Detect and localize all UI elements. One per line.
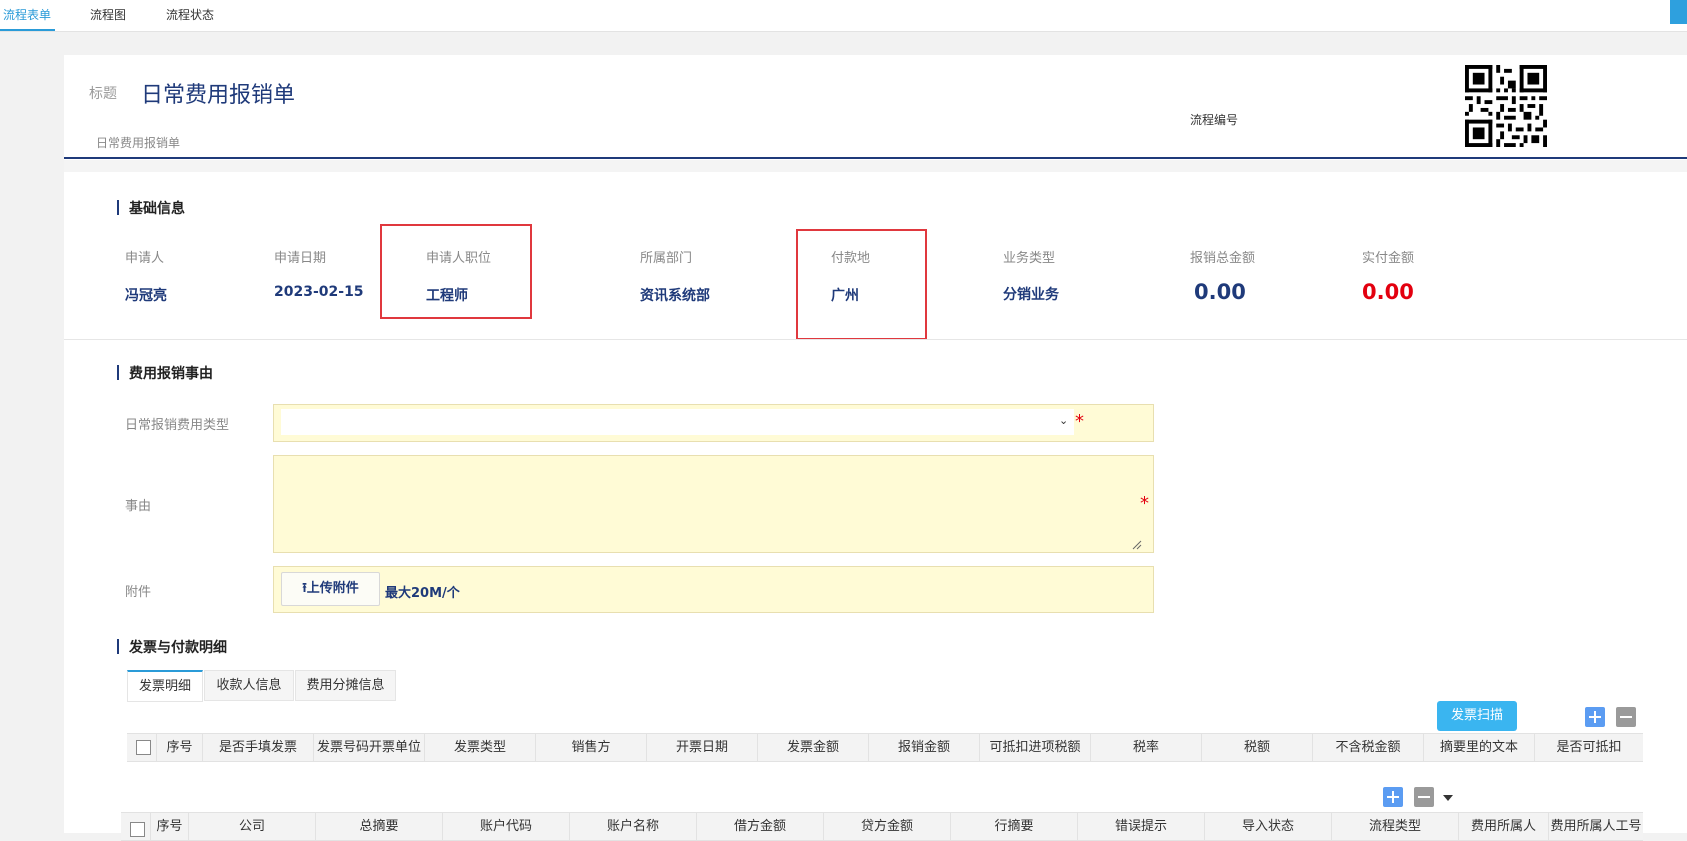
- section-title-reason: 费用报销事由: [129, 366, 213, 382]
- resize-handle-icon[interactable]: [1132, 540, 1142, 550]
- column-header: 开票日期: [647, 734, 758, 761]
- actual-amount-value: 0.00: [1362, 280, 1414, 304]
- expense-type-select[interactable]: [281, 409, 1074, 435]
- attachment-label: 附件: [125, 585, 152, 600]
- actual-amount-label: 实付金额: [1362, 251, 1415, 266]
- invoice-table-header: 序号 是否手填发票 发票号码开票单位 发票类型 销售方 开票日期 发票金额 报销…: [127, 733, 1643, 762]
- section-marker: [117, 200, 119, 215]
- expense-type-label: 日常报销费用类型: [125, 418, 230, 433]
- active-tab-indicator: [0, 29, 55, 31]
- apply-date-value: 2023-02-15: [274, 284, 364, 300]
- title-label: 标题: [89, 86, 117, 102]
- column-header: 费用所属人工号: [1550, 819, 1642, 834]
- subtab-payee-info[interactable]: 收款人信息: [204, 670, 294, 701]
- column-header: 导入状态: [1205, 813, 1332, 840]
- column-header: 行摘要: [951, 813, 1078, 840]
- column-header: 序号: [157, 734, 203, 761]
- form-subtitle: 日常费用报销单: [96, 136, 181, 150]
- section-divider: [64, 339, 1687, 340]
- column-header: 借方金额: [697, 813, 824, 840]
- add-row-button[interactable]: [1585, 707, 1605, 727]
- column-header: 是否可抵扣: [1556, 740, 1622, 755]
- required-mark: *: [1140, 493, 1149, 514]
- expense-type-field: ⌄ *: [273, 404, 1154, 442]
- tab-flow-form[interactable]: 流程表单: [3, 6, 51, 23]
- department-label: 所属部门: [640, 251, 693, 266]
- column-header: 税额: [1202, 734, 1313, 761]
- remove-row-button[interactable]: [1616, 707, 1636, 727]
- column-header: 贷方金额: [824, 813, 951, 840]
- column-header: 销售方: [536, 734, 647, 761]
- header-divider: [64, 157, 1687, 159]
- column-header: 账户名称: [570, 813, 697, 840]
- column-header: 流程类型: [1332, 813, 1459, 840]
- apply-date-label: 申请日期: [274, 251, 327, 266]
- reason-label: 事由: [125, 499, 152, 514]
- column-header: 可抵扣进项税额: [980, 734, 1091, 761]
- required-mark: *: [1075, 411, 1084, 432]
- column-header: 发票号码开票单位: [314, 734, 425, 761]
- column-header: 报销金额: [869, 734, 980, 761]
- column-header: 税率: [1091, 734, 1202, 761]
- qr-code-icon: [1465, 65, 1547, 147]
- add-entry-button[interactable]: [1383, 787, 1403, 807]
- remove-entry-button[interactable]: [1414, 787, 1434, 807]
- section-title-basic: 基础信息: [129, 201, 185, 217]
- column-header: 总摘要: [316, 813, 443, 840]
- total-amount-label: 报销总金额: [1190, 251, 1256, 266]
- column-header: 不含税金额: [1313, 734, 1424, 761]
- column-header: 是否手填发票: [203, 734, 314, 761]
- highlight-box-position: [380, 224, 532, 319]
- subtab-cost-allocation[interactable]: 费用分摊信息: [295, 670, 396, 701]
- section-gap: [64, 160, 1687, 172]
- select-all-checkbox[interactable]: [136, 740, 151, 755]
- business-type-value: 分销业务: [1003, 287, 1059, 303]
- caret-down-icon[interactable]: [1443, 795, 1453, 801]
- subtab-invoice-detail[interactable]: 发票明细: [127, 670, 203, 702]
- business-type-label: 业务类型: [1003, 251, 1056, 266]
- page-title: 日常费用报销单: [141, 83, 296, 108]
- top-tab-bar: 流程表单 流程图 流程状态: [0, 0, 1687, 32]
- section-marker: [117, 365, 119, 380]
- flow-number-label: 流程编号: [1190, 113, 1239, 127]
- column-header: 账户代码: [443, 813, 570, 840]
- corner-button[interactable]: [1670, 0, 1687, 24]
- applicant-value: 冯冠亮: [125, 288, 167, 304]
- column-header: 错误提示: [1078, 813, 1205, 840]
- section-title-invoice: 发票与付款明细: [129, 640, 227, 656]
- applicant-label: 申请人: [125, 251, 165, 266]
- department-value: 资讯系统部: [640, 288, 710, 304]
- tab-flow-status[interactable]: 流程状态: [166, 6, 214, 23]
- highlight-box-payment-place: [796, 229, 927, 340]
- column-header: 发票金额: [758, 734, 869, 761]
- tab-flow-chart[interactable]: 流程图: [90, 6, 126, 23]
- upload-attachment-button[interactable]: ⭱上传附件: [281, 572, 380, 606]
- total-amount-value: 0.00: [1194, 280, 1246, 304]
- reason-textarea[interactable]: *: [273, 455, 1154, 553]
- column-header: 序号: [151, 813, 189, 840]
- select-all-checkbox[interactable]: [130, 822, 145, 837]
- upload-size-hint: 最大20M/个: [385, 586, 460, 601]
- column-header: 发票类型: [425, 734, 536, 761]
- column-header: 费用所属人: [1459, 813, 1549, 840]
- voucher-table-header: 序号 公司 总摘要 账户代码 账户名称 借方金额 贷方金额 行摘要 错误提示 导…: [121, 812, 1643, 841]
- section-marker: [117, 639, 119, 654]
- invoice-scan-button[interactable]: 发票扫描: [1437, 701, 1517, 731]
- column-header: 摘要里的文本: [1424, 734, 1535, 761]
- chevron-down-icon[interactable]: ⌄: [1059, 414, 1068, 427]
- column-header: 公司: [189, 813, 316, 840]
